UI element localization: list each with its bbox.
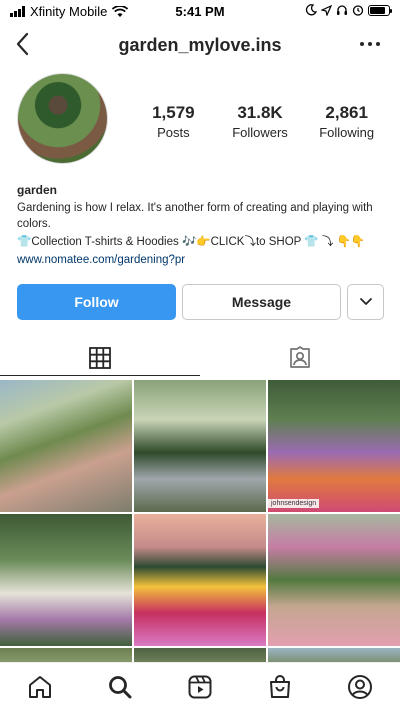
- stat-followers[interactable]: 31.8K Followers: [217, 103, 304, 140]
- avatar[interactable]: [17, 73, 108, 164]
- dot-icon: [360, 42, 364, 46]
- alarm-icon: [352, 5, 364, 16]
- post-thumbnail[interactable]: [0, 648, 132, 662]
- posts-count: 1,579: [152, 103, 195, 122]
- post-thumbnail[interactable]: [268, 648, 400, 662]
- dot-icon: [368, 42, 372, 46]
- photo-credit: johnsendesign: [268, 499, 320, 508]
- follow-button[interactable]: Follow: [17, 284, 176, 320]
- post-thumbnail[interactable]: [134, 380, 266, 512]
- posts-label: Posts: [157, 125, 190, 140]
- suggested-accounts-button[interactable]: [347, 284, 384, 320]
- bio-link[interactable]: www.nomatee.com/gardening?pr: [17, 252, 387, 268]
- search-icon: [109, 675, 132, 698]
- posts-grid: johnsendesign: [0, 380, 400, 662]
- profile-stats: 1,579 Posts 31.8K Followers 2,861 Follow…: [130, 103, 390, 140]
- nav-home[interactable]: [26, 673, 54, 701]
- bottom-navigation: [0, 662, 400, 710]
- tab-tagged[interactable]: [200, 340, 400, 376]
- more-options-button[interactable]: [360, 36, 382, 52]
- profile-header: garden_mylove.ins: [0, 26, 400, 62]
- post-thumbnail[interactable]: [134, 514, 266, 646]
- following-count: 2,861: [325, 103, 368, 122]
- tab-posts-grid[interactable]: [0, 340, 200, 376]
- profile-name: garden: [17, 183, 58, 197]
- profile-actions: Follow Message: [17, 284, 384, 320]
- reels-icon: [188, 675, 212, 698]
- followers-count: 31.8K: [237, 103, 283, 122]
- following-label: Following: [319, 125, 375, 140]
- nav-shop[interactable]: [266, 673, 294, 701]
- message-button[interactable]: Message: [182, 284, 341, 320]
- profile-username: garden_mylove.ins: [118, 35, 282, 55]
- status-icons: [305, 4, 392, 16]
- grid-icon: [89, 346, 111, 369]
- chevron-down-icon: [359, 298, 372, 305]
- post-thumbnail[interactable]: [268, 514, 400, 646]
- profile-icon: [348, 674, 372, 699]
- stat-following[interactable]: 2,861 Following: [303, 103, 390, 140]
- followers-label: Followers: [232, 125, 288, 140]
- post-thumbnail[interactable]: [134, 648, 266, 662]
- location-icon: [321, 4, 332, 16]
- status-bar: Xfinity Mobile 5:41 PM: [0, 0, 400, 24]
- post-thumbnail[interactable]: [0, 514, 132, 646]
- profile-bio: garden Gardening is how I relax. It's an…: [17, 182, 387, 268]
- post-thumbnail[interactable]: johnsendesign: [268, 380, 400, 512]
- stat-posts[interactable]: 1,579 Posts: [130, 103, 217, 140]
- nav-search[interactable]: [106, 673, 134, 701]
- battery-icon: [368, 4, 392, 16]
- home-icon: [29, 675, 51, 698]
- profile-tabs: [0, 340, 400, 376]
- nav-profile[interactable]: [346, 673, 374, 701]
- moon-icon: [305, 4, 317, 16]
- dot-icon: [376, 42, 380, 46]
- shop-icon: [270, 674, 290, 698]
- nav-reels[interactable]: [186, 673, 214, 701]
- bio-shop-text: 👕Collection T-shirts & Hoodies 🎶👉CLICK⤵t…: [17, 236, 366, 248]
- bio-text: Gardening is how I relax. It's another f…: [17, 202, 373, 230]
- tagged-icon: [290, 346, 310, 368]
- headphones-icon: [337, 5, 347, 15]
- post-thumbnail[interactable]: [0, 380, 132, 512]
